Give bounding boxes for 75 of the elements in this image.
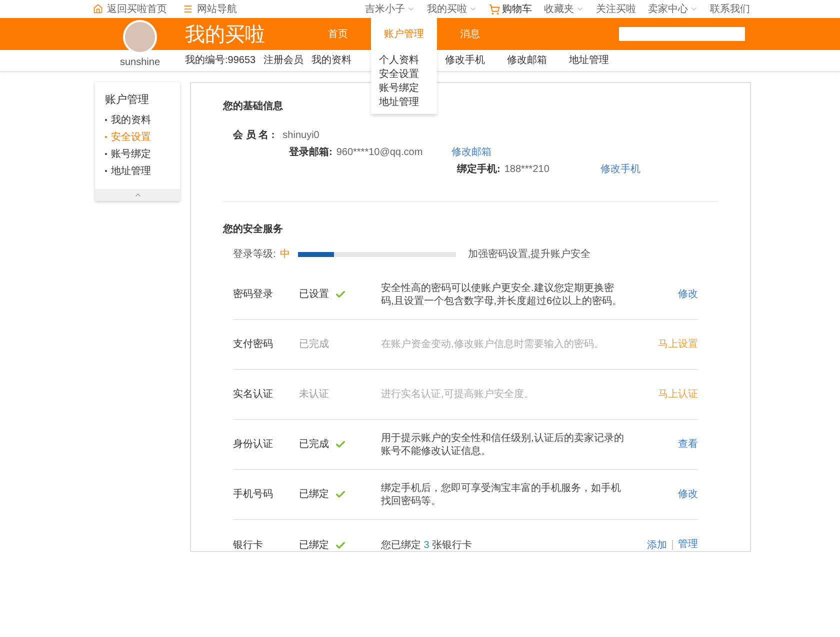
service-status: 已设置 — [299, 288, 329, 302]
section-title: 您的安全服务 — [223, 222, 283, 237]
service-name: 实名认证 — [233, 388, 274, 402]
service-description: 进行实名认证,可提高账户安全度。 — [381, 388, 535, 401]
check-icon — [335, 489, 346, 500]
search-field[interactable] — [619, 27, 745, 41]
avatar — [123, 20, 157, 54]
caret-icon — [407, 5, 415, 13]
top-link[interactable]: 关注买啦 — [596, 2, 636, 16]
field-value: 960****10@qq.com — [336, 146, 424, 160]
service-description: 您已绑定 3 张银行卡 — [381, 538, 474, 552]
subnav-link[interactable]: 我的编号:99653 — [185, 53, 256, 68]
service-name: 银行卡 — [233, 538, 264, 552]
edit-email-link[interactable]: 修改邮箱 — [451, 145, 492, 160]
edit-phone-link[interactable]: 修改手机 — [600, 162, 640, 177]
top-link[interactable]: 卖家中心 — [648, 2, 698, 16]
service-description: 用于提示账户的安全性和信任级别,认证后的卖家记录的账号不能修改认证信息。 — [381, 432, 625, 458]
subnav-link[interactable]: 注册会员 — [264, 53, 304, 68]
check-icon — [335, 289, 346, 300]
section-title: 您的基础信息 — [223, 100, 283, 114]
collapse-button[interactable] — [95, 188, 180, 200]
service-name: 身份认证 — [233, 438, 274, 452]
cart-icon — [489, 4, 500, 14]
caret-icon — [576, 5, 584, 13]
subnav-link[interactable]: 地址管理 — [569, 53, 609, 68]
sidebar-item[interactable]: 我的资料 — [105, 112, 170, 128]
menu-item[interactable]: 账号绑定 — [379, 82, 429, 96]
sidebar-item[interactable]: 地址管理 — [105, 164, 170, 178]
service-status: 已绑定 — [299, 538, 329, 552]
subnav-link[interactable]: 修改手机 — [445, 53, 485, 68]
sidebar-item[interactable]: 账号绑定 — [105, 146, 170, 162]
field-value: shinuyi0 — [282, 129, 320, 143]
service-description: 在账户资金变动,修改账户信息时需要输入的密码。 — [381, 338, 605, 351]
field-value: 188***210 — [504, 163, 550, 177]
field-label: 绑定手机: — [457, 162, 500, 177]
field-label: 会 员 名 : — [233, 128, 275, 143]
menu-item[interactable]: 地址管理 — [379, 96, 429, 110]
action-link[interactable]: 添加 — [647, 538, 667, 552]
action-link[interactable]: 修改 — [678, 487, 698, 502]
caret-icon — [690, 5, 698, 13]
username: sunshine — [118, 56, 162, 70]
level-hint: 加强密码设置,提升账户安全 — [468, 248, 591, 262]
top-link[interactable]: 购物车 — [489, 2, 532, 16]
top-link[interactable]: 我的买啦 — [427, 2, 477, 16]
top-link[interactable]: 收藏夹 — [544, 2, 584, 16]
site-title: 我的买啦 — [185, 21, 266, 48]
subnav-link[interactable]: 我的资料 — [312, 53, 352, 68]
service-status: 未认证 — [299, 388, 329, 402]
subnav-link[interactable]: 修改邮箱 — [507, 53, 547, 68]
service-description: 安全性高的密码可以使账户更安全.建议您定期更换密码,且设置一个包含数字母,并长度超过6位以上的密码。 — [381, 282, 624, 308]
menu-item[interactable]: 个人资料 — [379, 54, 429, 68]
level-label: 登录等级: — [233, 248, 276, 262]
top-link[interactable]: 联系我们 — [710, 2, 750, 16]
service-status: 已完成 — [299, 438, 329, 452]
check-icon — [335, 439, 346, 450]
menu-icon — [183, 4, 193, 14]
service-description: 绑定手机后，您即可享受淘宝丰富的手机服务，如手机找回密码等。 — [381, 482, 622, 508]
service-status: 已完成 — [299, 338, 329, 352]
home-icon — [93, 4, 103, 14]
caret-icon — [469, 5, 477, 13]
field-label: 登录邮箱: — [289, 146, 332, 160]
menu-item[interactable]: 安全设置 — [379, 68, 429, 82]
check-icon — [335, 540, 346, 550]
action-link[interactable]: 管理 — [672, 540, 698, 550]
top-link[interactable]: 返回买啦首页 — [93, 2, 167, 16]
service-name: 密码登录 — [233, 288, 274, 302]
service-name: 手机号码 — [233, 488, 274, 502]
service-name: 支付密码 — [233, 338, 274, 352]
sidebar-title: 账户管理 — [105, 92, 150, 108]
level-value: 中 — [280, 248, 290, 262]
service-status: 已绑定 — [299, 488, 329, 502]
top-link[interactable]: 吉米小子 — [365, 2, 415, 16]
action-link[interactable]: 查看 — [678, 437, 698, 452]
action-link[interactable]: 修改 — [678, 287, 698, 302]
top-link[interactable]: 网站导航 — [183, 2, 237, 16]
